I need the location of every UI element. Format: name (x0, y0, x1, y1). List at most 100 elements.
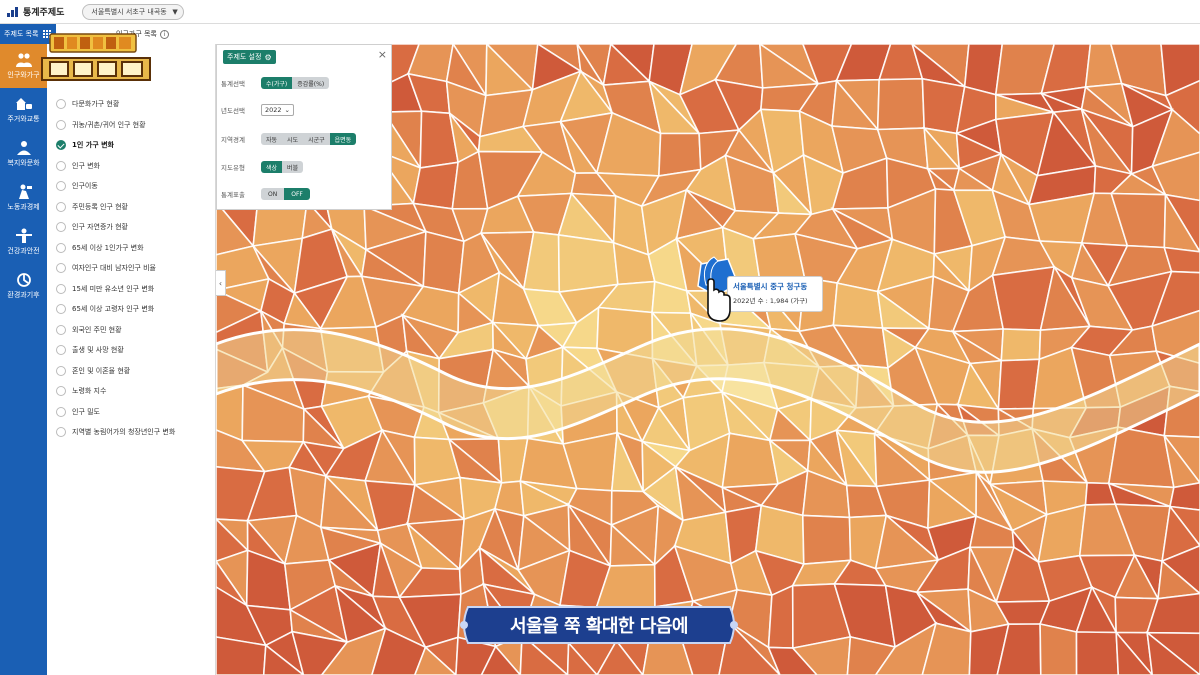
category-housing[interactable]: 주거와교통 (0, 88, 47, 132)
theme-list-item[interactable]: 1인 가구 변화 (47, 135, 216, 156)
theme-list-item-label: 다문화가구 현황 (72, 100, 120, 109)
radio-circle-icon (56, 160, 66, 171)
care-icon (16, 141, 31, 155)
theme-list-item[interactable]: 주민등록 인구 현황 (47, 197, 216, 218)
tooltip-region-value: 2022년 수 : 1,984 (가구) (733, 297, 808, 305)
region-tooltip: 서울특별시 중구 청구동 2022년 수 : 1,984 (가구) (727, 276, 823, 312)
map-district[interactable] (1169, 481, 1200, 511)
map-district[interactable] (876, 77, 926, 131)
close-icon[interactable]: × (378, 48, 387, 61)
year-select-row: 년도선택 2022 ⌄ (221, 104, 294, 116)
theme-list-item-label: 주민등록 인구 현황 (72, 202, 128, 211)
category-welfare[interactable]: 복지와문화 (0, 132, 47, 176)
boundary-row: 지역경계 자동 시도 시군구 읍면동 (221, 133, 357, 145)
settings-title: 주제도 설정 (227, 53, 262, 61)
theme-list-item[interactable]: 귀농/귀촌/귀어 인구 현황 (47, 115, 216, 136)
radio-circle-icon (56, 304, 66, 315)
tooltip-region-name: 서울특별시 중구 청구동 (733, 282, 808, 291)
theme-list-item-label: 인구이동 (72, 182, 98, 191)
theme-list-item[interactable]: 지역별 농림어가의 청장년인구 변화 (47, 422, 216, 443)
map-type-toggle: 색상 버블 (261, 161, 304, 173)
stat-rate-option[interactable]: 증감률(%) (292, 77, 330, 89)
theme-list-item[interactable]: 65세 이상 1인가구 변화 (47, 238, 216, 259)
year-select[interactable]: 2022 ⌄ (261, 104, 294, 116)
theme-list-item-label: 15세 미만 유소년 인구 변화 (72, 284, 155, 293)
category-labor[interactable]: 노동과경제 (0, 176, 47, 220)
fitness-icon (15, 228, 32, 243)
stat-display-on-option[interactable]: ON (261, 188, 285, 200)
category-label: 환경과기후 (7, 291, 40, 299)
theme-list-item-label: 여자인구 대비 남자인구 비율 (72, 264, 156, 273)
map-district[interactable] (767, 584, 794, 649)
theme-list-item[interactable]: 15세 미만 유소년 인구 변화 (47, 279, 216, 300)
radio-circle-icon (56, 119, 66, 130)
map-district[interactable] (658, 132, 702, 177)
theme-list-item[interactable]: 65세 이상 고령자 인구 변화 (47, 299, 216, 320)
map-district[interactable] (412, 161, 460, 210)
theme-list-item-label: 인구 자연증가 현황 (72, 223, 128, 232)
theme-list-item[interactable]: 인구 변화 (47, 156, 216, 177)
collapse-panel-button[interactable]: ‹ (216, 270, 226, 296)
radio-circle-icon (56, 324, 66, 335)
boundary-sigungu-option[interactable]: 시군구 (303, 133, 330, 145)
map-district[interactable] (557, 233, 619, 294)
theme-list-item-label: 귀농/귀촌/귀어 인구 현황 (72, 120, 146, 129)
check-circle-icon (56, 140, 66, 151)
channel-logo-graphic (41, 33, 151, 81)
statistics-bars-icon (7, 6, 19, 17)
settings-header: 주제도 설정 ⚙ (223, 50, 276, 64)
stat-display-off-option[interactable]: OFF (284, 188, 310, 200)
category-environment[interactable]: 환경과기후 (0, 264, 47, 308)
map-type-color-option[interactable]: 색상 (261, 161, 283, 173)
theme-list-item-label: 인구 밀도 (72, 407, 100, 416)
theme-list-item[interactable]: 외국인 주민 현황 (47, 320, 216, 341)
theme-list-item-label: 혼인 및 이혼율 현황 (72, 366, 131, 375)
theme-list-item[interactable]: 다문화가구 현황 (47, 94, 216, 115)
theme-list-item-label: 65세 이상 1인가구 변화 (72, 243, 144, 252)
radio-circle-icon (56, 365, 66, 376)
map-district[interactable] (422, 230, 465, 295)
stat-select-label: 통계선택 (221, 80, 245, 88)
hand-pointer-icon (703, 256, 731, 322)
map-district[interactable] (1075, 631, 1120, 675)
map-type-bubble-option[interactable]: 버블 (282, 161, 304, 173)
radio-circle-icon (56, 283, 66, 294)
category-health[interactable]: 건강과안전 (0, 220, 47, 264)
radio-circle-icon (56, 222, 66, 233)
boundary-emd-option[interactable]: 읍면동 (329, 133, 357, 145)
category-label: 노동과경제 (7, 203, 40, 211)
boundary-auto-option[interactable]: 자동 (261, 133, 283, 145)
worker-icon (18, 184, 32, 199)
theme-list-item[interactable]: 인구 자연증가 현황 (47, 217, 216, 238)
chevron-down-icon: ⌄ (284, 106, 290, 114)
radio-circle-icon (56, 345, 66, 356)
boundary-label: 지역경계 (221, 136, 245, 144)
theme-list-item[interactable]: 혼인 및 이혼율 현황 (47, 361, 216, 382)
info-icon[interactable]: i (159, 29, 169, 39)
stat-count-option[interactable]: 수(가구) (261, 77, 293, 89)
boundary-sido-option[interactable]: 시도 (282, 133, 304, 145)
theme-settings-panel: 주제도 설정 ⚙ × 통계선택 수(가구) 증감률(%) 년도선택 2022 ⌄… (216, 44, 392, 210)
map-district[interactable] (801, 514, 852, 565)
theme-list-item[interactable]: 여자인구 대비 남자인구 비율 (47, 258, 216, 279)
map-type-row: 지도유형 색상 버블 (221, 161, 304, 173)
radio-circle-icon (56, 386, 66, 397)
radio-circle-icon (56, 406, 66, 417)
theme-list-item[interactable]: 인구 밀도 (47, 402, 216, 423)
map-district[interactable] (997, 358, 1041, 410)
region-select[interactable]: 서울특별시 서초구 내곡동 ▼ (82, 3, 184, 20)
gear-icon[interactable]: ⚙ (264, 53, 271, 62)
theme-list-item[interactable]: 출생 및 사망 현황 (47, 340, 216, 361)
category-label: 주거와교통 (7, 115, 40, 123)
map-district[interactable] (1039, 623, 1078, 675)
year-select-value: 2022 (265, 106, 282, 114)
radio-circle-icon (56, 427, 66, 438)
map-district[interactable] (1000, 328, 1042, 362)
category-label: 복지와문화 (7, 159, 40, 167)
theme-list-item-label: 출생 및 사망 현황 (72, 346, 124, 355)
caret-down-icon: ▼ (172, 7, 178, 16)
theme-list-item-label: 1인 가구 변화 (72, 141, 114, 150)
theme-list-item[interactable]: 인구이동 (47, 176, 216, 197)
theme-list-item[interactable]: 노령화 지수 (47, 381, 216, 402)
radio-circle-icon (56, 99, 66, 110)
